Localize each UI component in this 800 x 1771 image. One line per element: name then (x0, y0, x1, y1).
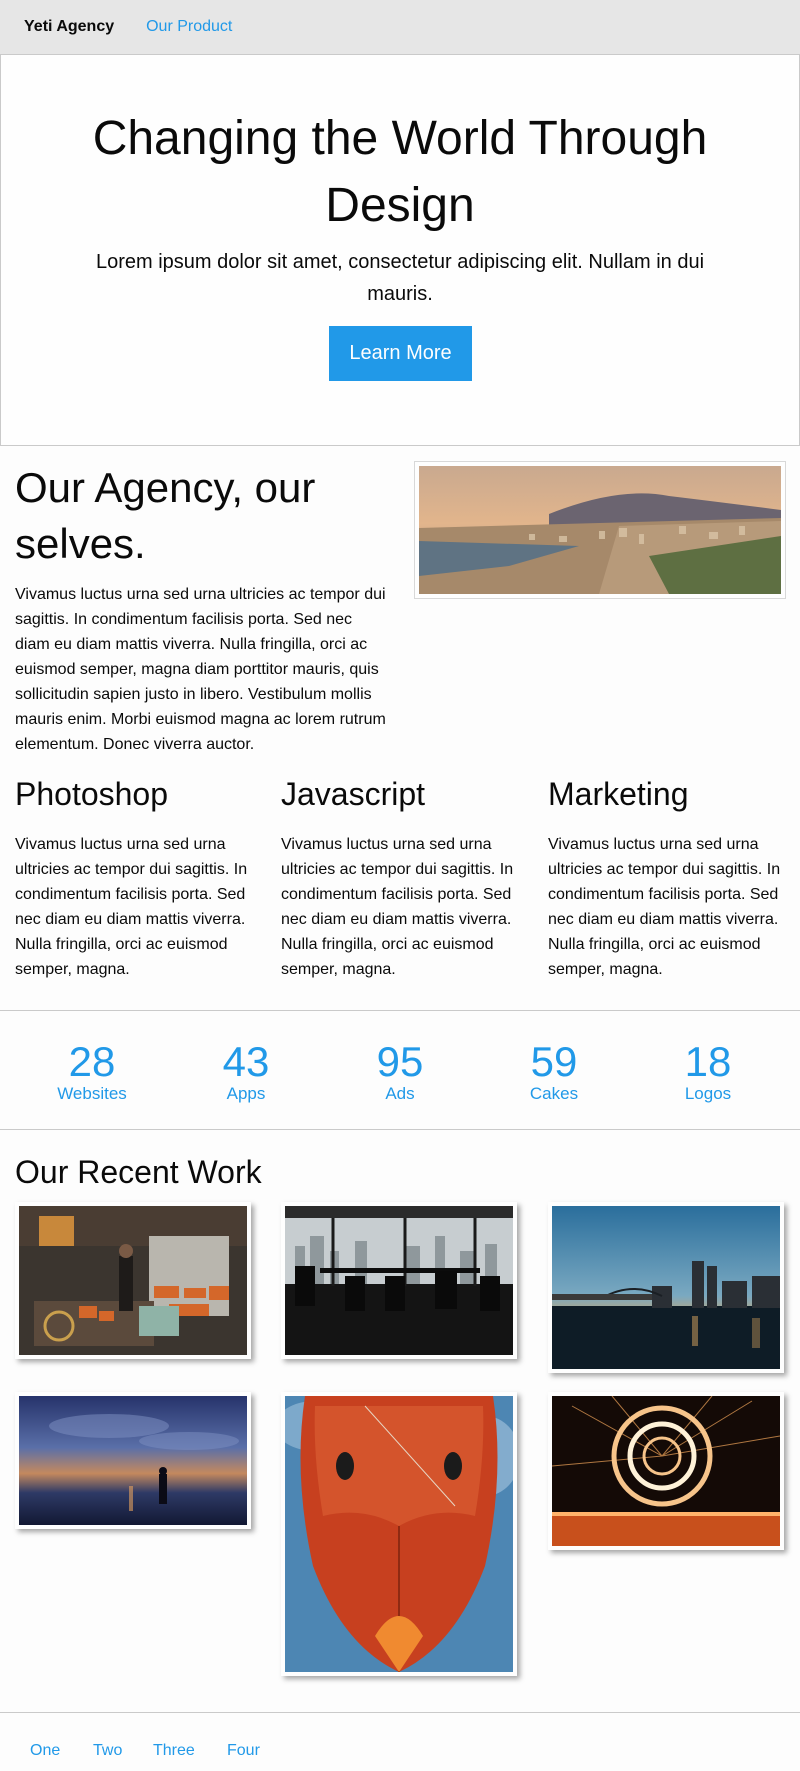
work-thumbnail[interactable] (548, 1202, 784, 1373)
city-skyline-image (419, 466, 781, 594)
skill-marketing: Marketing Vivamus luctus urna sed urna u… (548, 772, 788, 982)
stat-cakes: 59 Cakes (494, 1040, 614, 1104)
brand-title: Yeti Agency (24, 18, 115, 35)
stat-value: 43 (222, 1038, 270, 1085)
work-thumbnail[interactable] (275, 1392, 520, 1676)
divider (0, 1010, 800, 1011)
ocean-sunset-image (19, 1396, 247, 1525)
skill-title: Marketing (548, 776, 689, 812)
ship-bow-image (275, 1396, 520, 1672)
stat-label: Apps (226, 1084, 266, 1103)
skill-title: Photoshop (15, 776, 169, 812)
hero-title: Changing the World Through Design (92, 112, 708, 232)
skill-text: Vivamus luctus urna sed urna ultricies a… (281, 836, 514, 978)
skill-text: Vivamus luctus urna sed urna ultricies a… (15, 836, 248, 978)
nav-link-our-product[interactable]: Our Product (146, 18, 232, 36)
stat-websites: 28 Websites (32, 1040, 152, 1104)
steel-wool-fire-image (551, 1395, 781, 1546)
stat-value: 18 (684, 1038, 732, 1085)
work-thumbnail[interactable] (15, 1392, 251, 1529)
top-bar: Yeti Agency Our Product (0, 0, 800, 54)
stat-value: 95 (376, 1038, 424, 1085)
about-text: Vivamus luctus urna sed urna ultricies a… (15, 586, 386, 753)
skill-javascript: Javascript Vivamus luctus urna sed urna … (281, 772, 521, 982)
stat-ads: 95 Ads (340, 1040, 460, 1104)
stat-logos: 18 Logos (648, 1040, 768, 1104)
work-thumbnail[interactable] (281, 1202, 517, 1359)
footer-link-three[interactable]: Three (153, 1742, 195, 1760)
stat-value: 28 (68, 1038, 116, 1085)
learn-more-button[interactable]: Learn More (329, 326, 472, 381)
recent-work-title: Our Recent Work (15, 1154, 262, 1190)
hero-subtitle: Lorem ipsum dolor sit amet, consectetur … (95, 251, 705, 305)
skill-title: Javascript (281, 776, 426, 812)
footer-link-one[interactable]: One (30, 1742, 60, 1760)
stat-apps: 43 Apps (186, 1040, 306, 1104)
footer-link-two[interactable]: Two (93, 1742, 122, 1760)
stat-label: Cakes (529, 1084, 579, 1103)
stat-label: Ads (385, 1084, 415, 1103)
street-vendor-image (19, 1206, 247, 1355)
about-city-photo (414, 461, 786, 599)
skyline-window-image (285, 1206, 513, 1355)
divider (0, 1129, 800, 1130)
divider (0, 1712, 800, 1713)
work-thumbnail[interactable] (15, 1202, 251, 1359)
river-city-image (552, 1206, 780, 1369)
stat-label: Websites (57, 1084, 127, 1103)
stat-label: Logos (684, 1084, 732, 1103)
skill-text: Vivamus luctus urna sed urna ultricies a… (548, 836, 781, 978)
work-thumbnail[interactable] (548, 1392, 784, 1550)
skill-photoshop: Photoshop Vivamus luctus urna sed urna u… (15, 772, 255, 982)
about-title: Our Agency, our selves. (15, 464, 316, 567)
stat-value: 59 (530, 1038, 578, 1085)
footer-link-four[interactable]: Four (227, 1742, 260, 1760)
hero-callout: Changing the World Through Design Lorem … (0, 54, 800, 446)
